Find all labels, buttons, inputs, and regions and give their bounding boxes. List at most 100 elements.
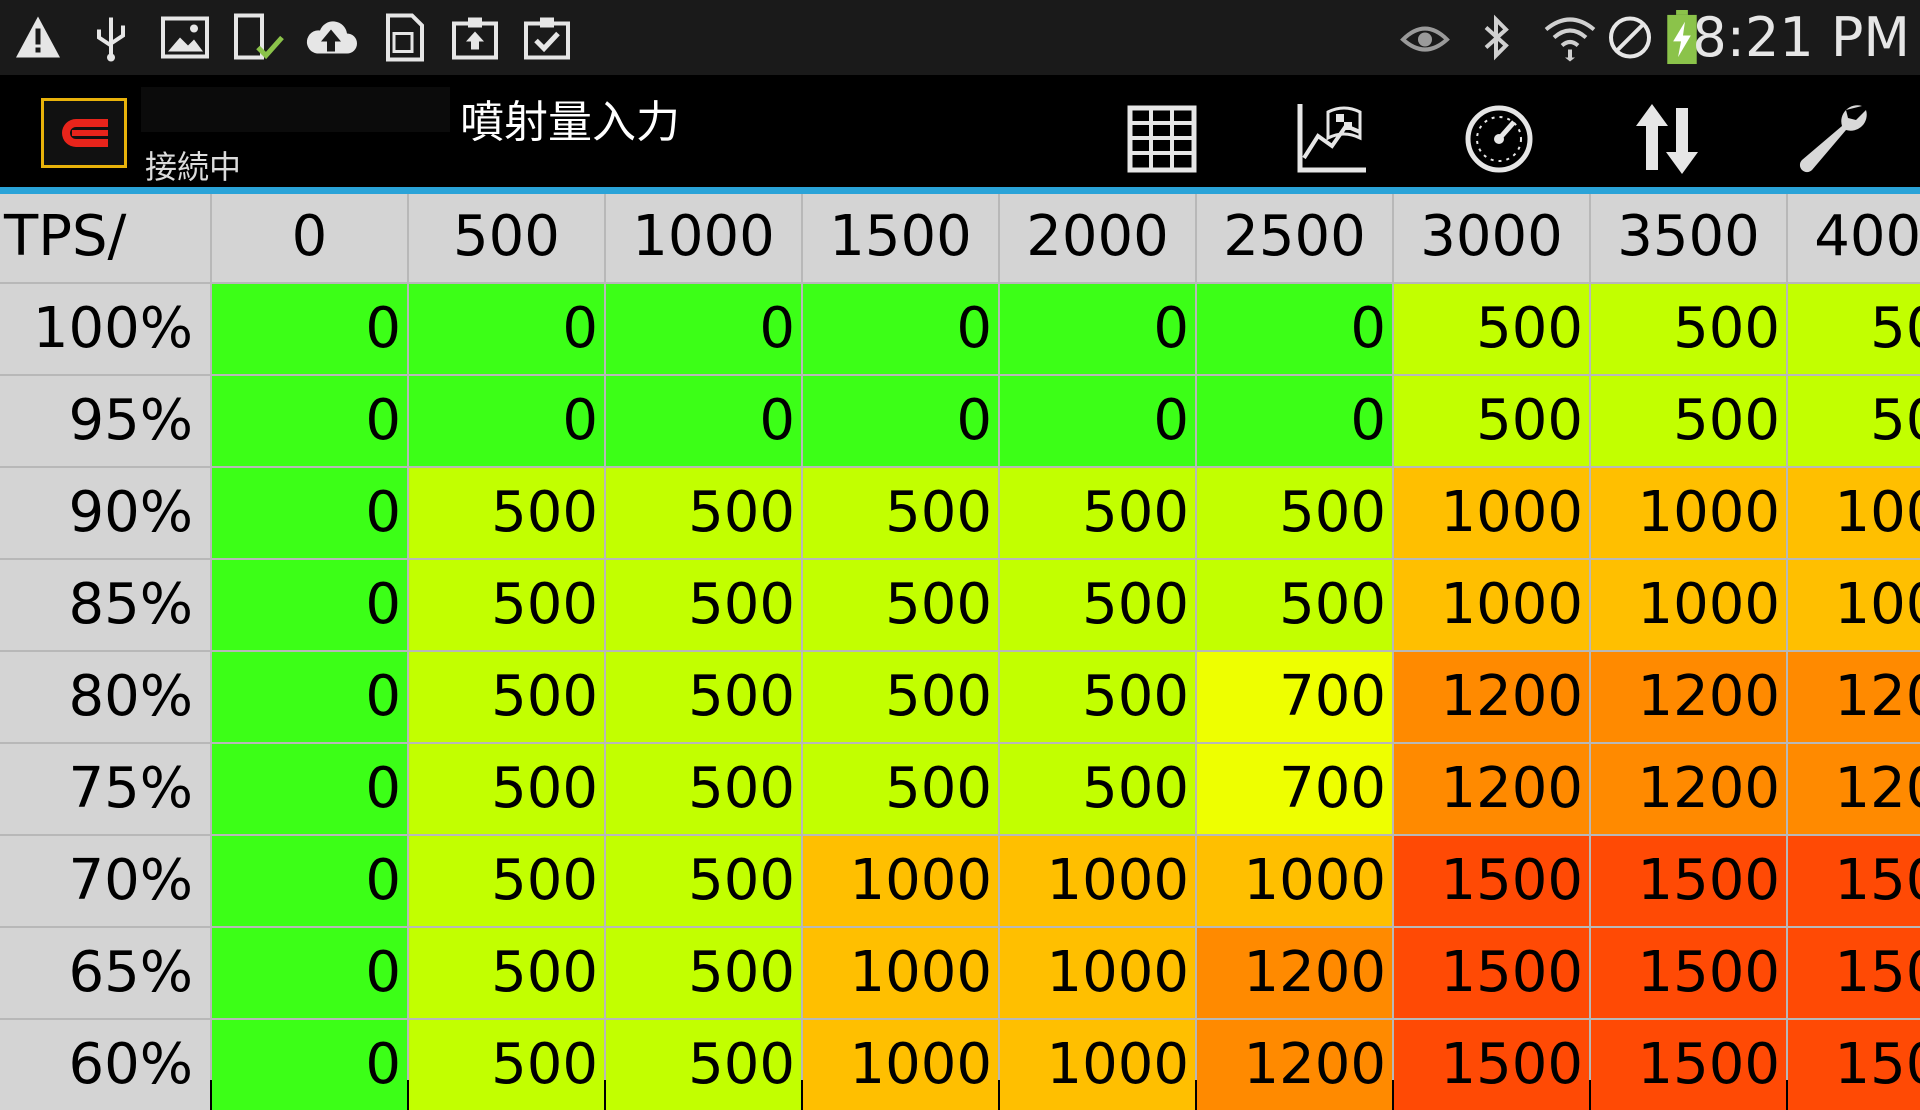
column-header: 2000 — [1000, 194, 1195, 282]
table-cell[interactable]: 500 — [1197, 560, 1392, 650]
table-cell[interactable]: 1200 — [1788, 652, 1920, 742]
table-cell[interactable]: 0 — [409, 376, 604, 466]
table-cell[interactable]: 1200 — [1394, 652, 1589, 742]
table-cell[interactable]: 1200 — [1197, 928, 1392, 1018]
table-cell[interactable]: 1000 — [1000, 1020, 1195, 1110]
table-cell[interactable]: 500 — [409, 560, 604, 650]
table-cell[interactable]: 0 — [212, 560, 407, 650]
header-bar — [141, 87, 450, 132]
table-cell[interactable]: 500 — [409, 744, 604, 834]
table-cell[interactable]: 1500 — [1788, 836, 1920, 926]
table-cell[interactable]: 0 — [212, 836, 407, 926]
table-cell[interactable]: 0 — [212, 928, 407, 1018]
table-cell[interactable]: 700 — [1197, 652, 1392, 742]
table-cell[interactable]: 0 — [212, 284, 407, 374]
table-cell[interactable]: 700 — [1197, 744, 1392, 834]
table-cell[interactable]: 500 — [409, 468, 604, 558]
table-cell[interactable]: 1000 — [1591, 468, 1786, 558]
table-cell[interactable]: 1000 — [1000, 928, 1195, 1018]
table-cell[interactable]: 1000 — [803, 1020, 998, 1110]
table-cell[interactable]: 1200 — [1591, 744, 1786, 834]
gauge-icon — [1465, 105, 1533, 173]
table-cell[interactable]: 0 — [1000, 284, 1195, 374]
table-cell[interactable]: 500 — [803, 560, 998, 650]
table-cell[interactable]: 1200 — [1591, 652, 1786, 742]
table-cell[interactable]: 1000 — [1788, 468, 1920, 558]
table-cell[interactable]: 500 — [606, 836, 801, 926]
table-cell[interactable]: 1500 — [1591, 836, 1786, 926]
table-cell[interactable]: 500 — [1591, 284, 1786, 374]
sd-card-icon — [380, 10, 426, 65]
table-cell[interactable]: 500 — [1394, 376, 1589, 466]
table-view-button[interactable] — [1120, 96, 1206, 182]
column-header: 1000 — [606, 194, 801, 282]
table-cell[interactable]: 1200 — [1394, 744, 1589, 834]
table-cell[interactable]: 500 — [409, 836, 604, 926]
table-cell[interactable]: 0 — [212, 652, 407, 742]
table-cell[interactable]: 500 — [803, 652, 998, 742]
table-cell[interactable]: 500 — [1394, 284, 1589, 374]
table-cell[interactable]: 1500 — [1394, 1020, 1589, 1110]
table-cell[interactable]: 0 — [212, 468, 407, 558]
table-cell[interactable]: 1000 — [803, 836, 998, 926]
table-cell[interactable]: 500 — [1788, 376, 1920, 466]
table-cell[interactable]: 1500 — [1788, 1020, 1920, 1110]
table-cell[interactable]: 500 — [409, 1020, 604, 1110]
table-cell[interactable]: 1000 — [1394, 560, 1589, 650]
table-cell[interactable]: 0 — [212, 1020, 407, 1110]
table-cell[interactable]: 500 — [1000, 560, 1195, 650]
table-cell[interactable]: 1500 — [1394, 928, 1589, 1018]
table-cell[interactable]: 0 — [803, 376, 998, 466]
table-cell[interactable]: 0 — [1000, 376, 1195, 466]
table-cell[interactable]: 500 — [606, 468, 801, 558]
table-cell[interactable]: 1500 — [1788, 928, 1920, 1018]
table-cell[interactable]: 500 — [606, 1020, 801, 1110]
table-cell[interactable]: 0 — [606, 284, 801, 374]
table-cell[interactable]: 500 — [1000, 744, 1195, 834]
table-cell[interactable]: 500 — [606, 652, 801, 742]
table-cell[interactable]: 1200 — [1788, 744, 1920, 834]
table-cell[interactable]: 500 — [1000, 652, 1195, 742]
table-cell[interactable]: 500 — [409, 928, 604, 1018]
table-cell[interactable]: 500 — [1197, 468, 1392, 558]
table-cell[interactable]: 500 — [606, 928, 801, 1018]
page-title: 噴射量入力 — [460, 97, 680, 148]
transfer-button[interactable] — [1624, 96, 1710, 182]
table-cell[interactable]: 0 — [1197, 284, 1392, 374]
table-icon — [1127, 105, 1197, 173]
table-cell[interactable]: 0 — [1197, 376, 1392, 466]
injection-map-table: TPS/05001000150020002500300035004000100%… — [0, 194, 1920, 1110]
settings-button[interactable] — [1792, 96, 1878, 182]
row-header: 85% — [0, 560, 210, 650]
table-cell[interactable]: 1500 — [1591, 928, 1786, 1018]
table-cell[interactable]: 1000 — [1591, 560, 1786, 650]
table-cell[interactable]: 1500 — [1394, 836, 1589, 926]
gauge-button[interactable] — [1456, 96, 1542, 182]
table-cell[interactable]: 1000 — [803, 928, 998, 1018]
row-header: 60% — [0, 1020, 210, 1110]
table-cell[interactable]: 1200 — [1197, 1020, 1392, 1110]
table-cell[interactable]: 1000 — [1000, 836, 1195, 926]
column-header: 1500 — [803, 194, 998, 282]
chart-view-button[interactable] — [1288, 96, 1374, 182]
table-cell[interactable]: 500 — [803, 744, 998, 834]
app-logo[interactable] — [41, 98, 127, 168]
table-cell[interactable]: 500 — [606, 744, 801, 834]
table-cell[interactable]: 500 — [606, 560, 801, 650]
table-cell[interactable]: 1000 — [1788, 560, 1920, 650]
table-cell[interactable]: 1500 — [1591, 1020, 1786, 1110]
table-cell[interactable]: 0 — [212, 376, 407, 466]
table-cell[interactable]: 0 — [803, 284, 998, 374]
table-cell[interactable]: 500 — [1591, 376, 1786, 466]
table-cell[interactable]: 0 — [606, 376, 801, 466]
table-cell[interactable]: 500 — [409, 652, 604, 742]
clipboard-upload-icon — [450, 10, 500, 65]
table-cell[interactable]: 1000 — [1197, 836, 1392, 926]
table-cell[interactable]: 500 — [1000, 468, 1195, 558]
table-cell[interactable]: 500 — [1788, 284, 1920, 374]
wrench-icon — [1799, 105, 1867, 173]
table-cell[interactable]: 500 — [803, 468, 998, 558]
table-cell[interactable]: 0 — [409, 284, 604, 374]
table-cell[interactable]: 1000 — [1394, 468, 1589, 558]
table-cell[interactable]: 0 — [212, 744, 407, 834]
